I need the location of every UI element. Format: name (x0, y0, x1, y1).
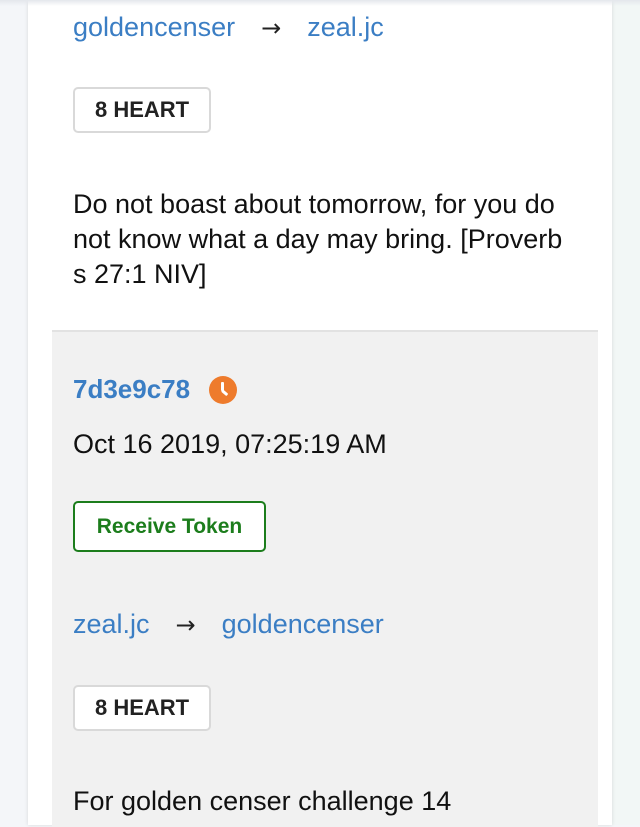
arrow-icon: → (175, 611, 196, 639)
transfer-line: goldencenser → zeal.jc (73, 12, 384, 43)
from-account-link[interactable]: goldencenser (73, 12, 235, 42)
header-shadow (0, 0, 640, 6)
arrow-icon: → (261, 14, 282, 42)
from-account-link[interactable]: zeal.jc (73, 609, 150, 639)
page-edge (612, 0, 640, 825)
memo-text: For golden censer challenge 14 (73, 786, 452, 816)
to-account-link[interactable]: zeal.jc (307, 12, 384, 42)
timestamp: Oct 16 2019, 07:25:19 AM (73, 429, 387, 459)
receive-token-button[interactable]: Receive Token (73, 501, 266, 552)
to-account-link[interactable]: goldencenser (222, 609, 384, 639)
amount-badge: 8 HEART (73, 87, 212, 133)
transaction-id-link[interactable]: 7d3e9c78 (73, 374, 190, 405)
memo-text: Do not boast about tomorrow, for you do … (73, 189, 563, 289)
transaction-row-highlighted: 7d3e9c78 Oct 16 2019, 07:25:19 AM Receiv… (52, 330, 598, 827)
clock-icon (209, 376, 237, 404)
transfer-line: zeal.jc → goldencenser (73, 609, 384, 640)
amount-badge: 8 HEART (73, 685, 212, 731)
